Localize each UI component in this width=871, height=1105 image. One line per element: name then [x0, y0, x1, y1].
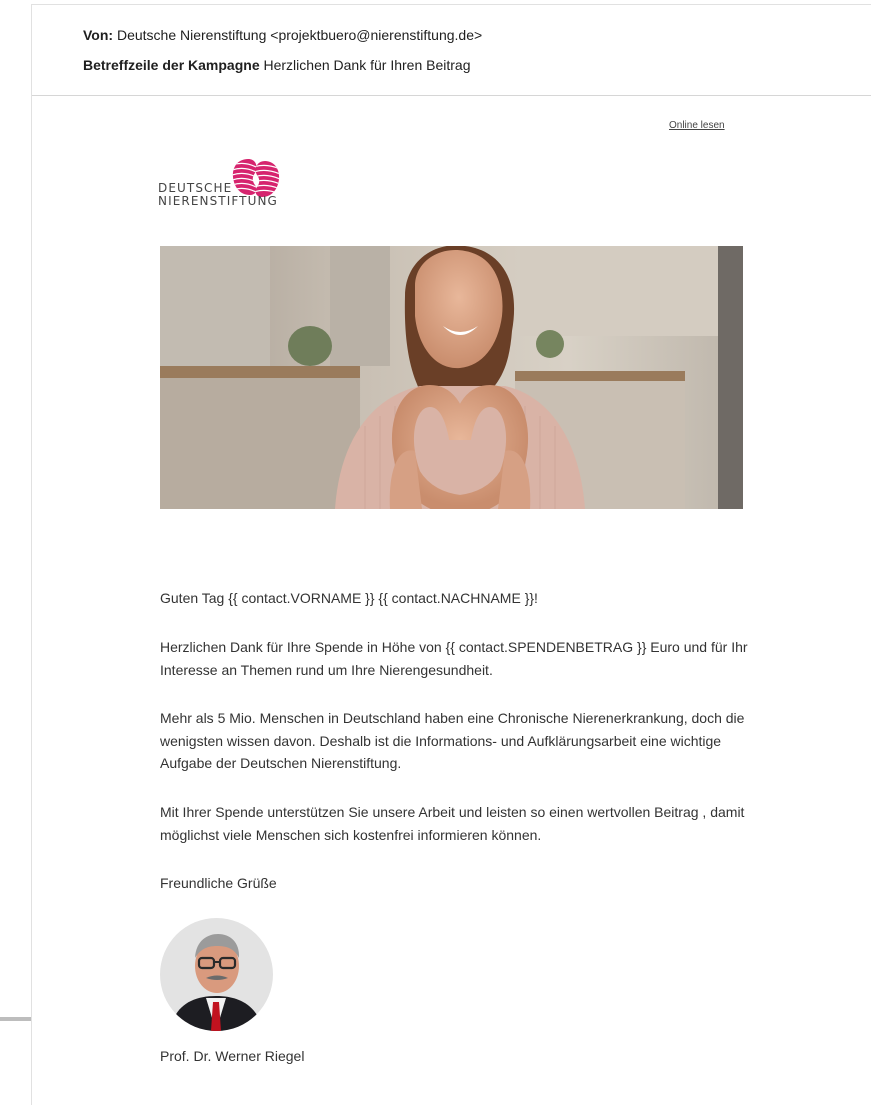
- email-preview-panel: Von: Deutsche Nierenstiftung <projektbue…: [31, 4, 871, 1105]
- signature-name: Prof. Dr. Werner Riegel: [160, 1048, 305, 1064]
- paragraph-donation: Herzlichen Dank für Ihre Spende in Höhe …: [160, 639, 748, 678]
- from-label: Von:: [83, 27, 114, 43]
- scroll-indicator: [0, 1017, 31, 1021]
- paragraph-ckd: Mehr als 5 Mio. Menschen in Deutschland …: [160, 710, 745, 771]
- logo-text-line2: NIERENSTIFTUNG: [158, 194, 278, 208]
- email-header: Von: Deutsche Nierenstiftung <projektbue…: [32, 5, 871, 96]
- woman-heart-hands-photo: [160, 246, 743, 509]
- from-value: Deutsche Nierenstiftung <projektbuero@ni…: [116, 27, 483, 43]
- deutsche-nierenstiftung-logo: DEUTSCHE NIERENSTIFTUNG: [158, 155, 298, 215]
- subject-label: Betreffzeile der Kampagne: [83, 57, 260, 73]
- online-read-link[interactable]: Online lesen: [669, 120, 725, 132]
- paragraph-support: Mit Ihrer Spende unterstützen Sie unsere…: [160, 804, 745, 843]
- subject-line: Betreffzeile der Kampagne Herzlichen Dan…: [83, 56, 471, 74]
- kidney-mark-icon: [232, 159, 280, 197]
- subject-value: Herzlichen Dank für Ihren Beitrag: [263, 57, 471, 73]
- greeting-text: Guten Tag {{ contact.VORNAME }} {{ conta…: [160, 590, 538, 606]
- signature-portrait-photo: [160, 918, 273, 1031]
- closing-text: Freundliche Grüße: [160, 875, 277, 891]
- logo-text-line1: DEUTSCHE: [158, 181, 233, 195]
- from-line: Von: Deutsche Nierenstiftung <projektbue…: [83, 26, 482, 44]
